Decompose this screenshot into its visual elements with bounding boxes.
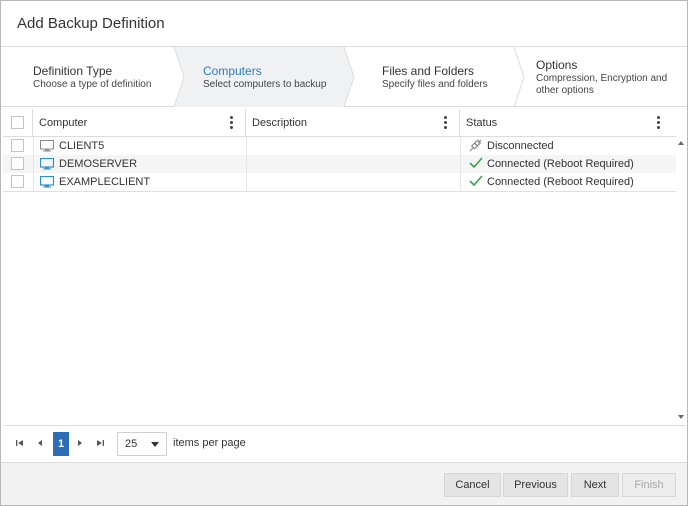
column-menu-icon[interactable]	[230, 116, 234, 130]
scroll-down-icon[interactable]	[678, 415, 684, 419]
column-menu-icon[interactable]	[657, 116, 661, 130]
column-menu-icon[interactable]	[444, 116, 448, 130]
step-subtitle-line2: other options	[536, 85, 594, 96]
step-definition-type[interactable]: Definition Type Choose a type of definit…	[1, 47, 174, 107]
checkmark-icon	[469, 175, 483, 190]
header-description[interactable]: Description	[246, 109, 460, 137]
step-files-and-folders[interactable]: Files and Folders Specify files and fold…	[354, 47, 514, 107]
monitor-icon	[40, 140, 54, 155]
pager: 1 25 items per page	[3, 425, 686, 461]
step-title: Options	[536, 58, 578, 72]
computer-name: CLIENT5	[59, 140, 105, 152]
step-title: Definition Type	[33, 64, 113, 78]
next-page-icon[interactable]	[75, 438, 85, 448]
add-backup-definition-dialog: Add Backup Definition Definition Type Ch…	[0, 0, 688, 506]
header-select-all-cell	[3, 109, 33, 137]
previous-button[interactable]: Previous	[503, 473, 568, 497]
table-row[interactable]: CLIENT5 Disconnected	[3, 137, 676, 155]
status-text: Disconnected	[487, 140, 554, 152]
header-computer[interactable]: Computer	[33, 109, 246, 137]
step-title: Files and Folders	[382, 64, 475, 78]
monitor-icon	[39, 157, 55, 173]
monitor-icon	[39, 175, 55, 191]
status-text: Connected (Reboot Required)	[487, 158, 634, 170]
step-computers[interactable]: Computers Select computers to backup	[174, 47, 344, 107]
step-subtitle: Specify files and folders	[382, 79, 488, 90]
unplugged-icon	[469, 139, 482, 155]
step-options[interactable]: Options Compression, Encryption and othe…	[524, 47, 687, 107]
wizard-steps: Definition Type Choose a type of definit…	[1, 47, 687, 107]
grid-scrollbar[interactable]	[676, 109, 686, 425]
previous-page-icon[interactable]	[35, 438, 45, 448]
dialog-title-bar: Add Backup Definition	[1, 1, 687, 47]
column-label: Computer	[39, 117, 88, 129]
header-status[interactable]: Status	[460, 109, 676, 137]
row-checkbox[interactable]	[11, 175, 24, 188]
page-number-current[interactable]: 1	[53, 432, 69, 456]
column-label: Description	[252, 117, 308, 129]
first-page-icon[interactable]	[15, 438, 25, 448]
next-button[interactable]: Next	[571, 473, 619, 497]
cancel-button[interactable]: Cancel	[444, 473, 501, 497]
computer-name: DEMOSERVER	[59, 158, 138, 170]
chevron-down-icon	[151, 442, 159, 447]
step-title: Computers	[203, 64, 262, 78]
row-checkbox[interactable]	[11, 157, 24, 170]
dialog-footer: Cancel Previous Next Finish	[1, 462, 687, 505]
grid-body-bottom-line	[3, 191, 676, 192]
computer-name: EXAMPLECLIENT	[59, 176, 151, 188]
row-checkbox[interactable]	[11, 139, 24, 152]
table-row[interactable]: EXAMPLECLIENT Connected (Reboot Required…	[3, 173, 676, 191]
finish-button[interactable]: Finish	[622, 473, 676, 497]
status-text: Connected (Reboot Required)	[487, 176, 634, 188]
step-subtitle-line1: Compression, Encryption and	[536, 73, 668, 84]
step-subtitle: Select computers to backup	[203, 79, 327, 90]
page-size-select[interactable]: 25	[117, 432, 167, 456]
table-row[interactable]: DEMOSERVER Connected (Reboot Required)	[3, 155, 676, 173]
page-size-value: 25	[125, 438, 138, 450]
items-per-page-label: items per page	[173, 437, 246, 449]
grid-header: Computer Description Status	[3, 109, 676, 137]
select-all-checkbox[interactable]	[11, 116, 24, 129]
scroll-up-icon[interactable]	[678, 141, 684, 145]
checkmark-icon	[469, 157, 483, 172]
dialog-title: Add Backup Definition	[17, 15, 165, 32]
computers-grid: Computer Description Status CLIENT5 Disc…	[3, 109, 686, 425]
step-subtitle: Choose a type of definition	[33, 79, 152, 90]
last-page-icon[interactable]	[95, 438, 105, 448]
column-label: Status	[466, 117, 498, 129]
